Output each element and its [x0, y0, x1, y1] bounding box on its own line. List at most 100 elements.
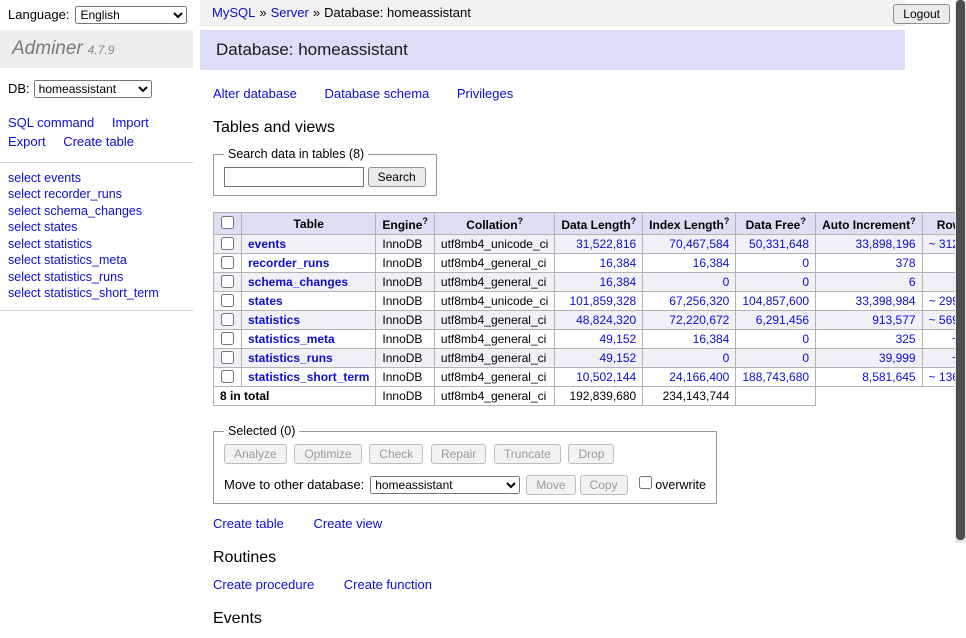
index-length-cell[interactable]: 0 [643, 273, 736, 292]
index-length-cell[interactable]: 16,384 [643, 254, 736, 273]
data-length-cell[interactable]: 16,384 [555, 273, 643, 292]
row-checkbox-schema_changes[interactable] [221, 275, 234, 288]
auto-increment-cell[interactable]: 325 [816, 330, 923, 349]
data-free-cell[interactable]: 6,291,456 [736, 311, 816, 330]
data-free-cell[interactable]: 0 [736, 273, 816, 292]
analyze-button[interactable]: Analyze [224, 444, 287, 464]
vertical-scrollbar[interactable] [955, 0, 966, 543]
column-header-index-length: Index Length? [643, 213, 736, 235]
repair-button[interactable]: Repair [431, 444, 486, 464]
help-icon[interactable]: ? [724, 216, 730, 226]
move-button[interactable]: Move [526, 475, 575, 495]
import-link[interactable]: Import [112, 115, 149, 130]
data-length-cell[interactable]: 49,152 [555, 349, 643, 368]
sidebar-select-statistics-link[interactable]: select statistics [8, 237, 193, 253]
check-button[interactable]: Check [369, 444, 423, 464]
breadcrumb-mysql-link[interactable]: MySQL [212, 5, 255, 20]
help-icon[interactable]: ? [518, 216, 524, 226]
search-button[interactable]: Search [368, 167, 426, 187]
select-all-checkbox[interactable] [221, 216, 234, 229]
help-icon[interactable]: ? [422, 216, 428, 226]
row-checkbox-statistics_runs[interactable] [221, 351, 234, 364]
app-title: Adminer4.7.9 [0, 30, 193, 68]
create-procedure-link[interactable]: Create procedure [213, 577, 314, 592]
auto-increment-cell[interactable]: 39,999 [816, 349, 923, 368]
data-length-cell[interactable]: 48,824,320 [555, 311, 643, 330]
index-length-cell[interactable]: 67,256,320 [643, 292, 736, 311]
index-length-cell[interactable]: 0 [643, 349, 736, 368]
data-free-cell[interactable]: 0 [736, 254, 816, 273]
truncate-button[interactable]: Truncate [494, 444, 561, 464]
total-engine-cell: InnoDB [376, 387, 435, 406]
drop-button[interactable]: Drop [568, 444, 614, 464]
selected-buttons: Analyze Optimize Check Repair Truncate D… [224, 444, 706, 464]
move-database-select[interactable]: homeassistant [370, 476, 520, 494]
row-checkbox-statistics_meta[interactable] [221, 332, 234, 345]
create-view-link[interactable]: Create view [313, 516, 382, 531]
table-link-statistics_short_term[interactable]: statistics_short_term [248, 370, 369, 384]
index-length-cell[interactable]: 24,166,400 [643, 368, 736, 387]
auto-increment-cell[interactable]: 33,898,196 [816, 235, 923, 254]
data-length-cell[interactable]: 16,384 [555, 254, 643, 273]
logout-button[interactable]: Logout [893, 4, 950, 24]
table-link-events[interactable]: events [248, 237, 286, 251]
alter-database-link[interactable]: Alter database [213, 86, 297, 101]
auto-increment-cell[interactable]: 33,398,984 [816, 292, 923, 311]
create-function-link[interactable]: Create function [344, 577, 432, 592]
data-length-cell[interactable]: 10,502,144 [555, 368, 643, 387]
sidebar-select-statistics_short_term-link[interactable]: select statistics_short_term [8, 286, 193, 302]
language-select[interactable]: English [75, 6, 187, 24]
data-free-cell[interactable]: 50,331,648 [736, 235, 816, 254]
data-length-cell[interactable]: 101,859,328 [555, 292, 643, 311]
sidebar-select-events-link[interactable]: select events [8, 171, 193, 187]
table-link-states[interactable]: states [248, 294, 283, 308]
create-table-link[interactable]: Create table [213, 516, 284, 531]
index-length-cell[interactable]: 16,384 [643, 330, 736, 349]
sidebar-select-statistics_meta-link[interactable]: select statistics_meta [8, 253, 193, 269]
table-link-statistics_runs[interactable]: statistics_runs [248, 351, 333, 365]
privileges-link[interactable]: Privileges [457, 86, 513, 101]
help-icon[interactable]: ? [631, 216, 637, 226]
sql-command-link[interactable]: SQL command [8, 115, 94, 130]
data-length-cell[interactable]: 31,522,816 [555, 235, 643, 254]
data-free-cell[interactable]: 188,743,680 [736, 368, 816, 387]
index-length-cell[interactable]: 70,467,584 [643, 235, 736, 254]
database-schema-link[interactable]: Database schema [324, 86, 429, 101]
auto-increment-cell[interactable]: 378 [816, 254, 923, 273]
data-free-cell[interactable]: 0 [736, 349, 816, 368]
help-icon[interactable]: ? [910, 216, 916, 226]
table-link-statistics[interactable]: statistics [248, 313, 300, 327]
sidebar-select-recorder_runs-link[interactable]: select recorder_runs [8, 187, 193, 203]
sidebar-select-statistics_runs-link[interactable]: select statistics_runs [8, 270, 193, 286]
breadcrumb-server-link[interactable]: Server [271, 5, 309, 20]
index-length-cell[interactable]: 72,220,672 [643, 311, 736, 330]
row-checkbox-events[interactable] [221, 237, 234, 250]
export-link[interactable]: Export [8, 134, 46, 149]
table-link-schema_changes[interactable]: schema_changes [248, 275, 348, 289]
auto-increment-cell[interactable]: 6 [816, 273, 923, 292]
overwrite-checkbox[interactable] [639, 476, 652, 489]
help-icon[interactable]: ? [800, 216, 806, 226]
data-length-cell[interactable]: 49,152 [555, 330, 643, 349]
row-checkbox-recorder_runs[interactable] [221, 256, 234, 269]
scrollbar-thumb[interactable] [956, 0, 965, 540]
auto-increment-cell[interactable]: 913,577 [816, 311, 923, 330]
table-link-statistics_meta[interactable]: statistics_meta [248, 332, 335, 346]
row-checkbox-statistics_short_term[interactable] [221, 370, 234, 383]
collation-cell: utf8mb4_unicode_ci [434, 292, 554, 311]
data-free-cell[interactable]: 104,857,600 [736, 292, 816, 311]
search-input[interactable] [224, 167, 364, 187]
sidebar-select-states-link[interactable]: select states [8, 220, 193, 236]
sidebar-select-schema_changes-link[interactable]: select schema_changes [8, 204, 193, 220]
row-checkbox-statistics[interactable] [221, 313, 234, 326]
db-select[interactable]: homeassistant [34, 80, 152, 98]
data-free-cell[interactable]: 0 [736, 330, 816, 349]
optimize-button[interactable]: Optimize [294, 444, 361, 464]
table-link-recorder_runs[interactable]: recorder_runs [248, 256, 329, 270]
tables-header-row: TableEngine?Collation?Data Length?Index … [214, 213, 966, 235]
create-table-link-sidebar[interactable]: Create table [63, 134, 134, 149]
move-row: Move to other database:homeassistantMove… [224, 473, 706, 495]
row-checkbox-states[interactable] [221, 294, 234, 307]
copy-button[interactable]: Copy [580, 475, 628, 495]
auto-increment-cell[interactable]: 8,581,645 [816, 368, 923, 387]
